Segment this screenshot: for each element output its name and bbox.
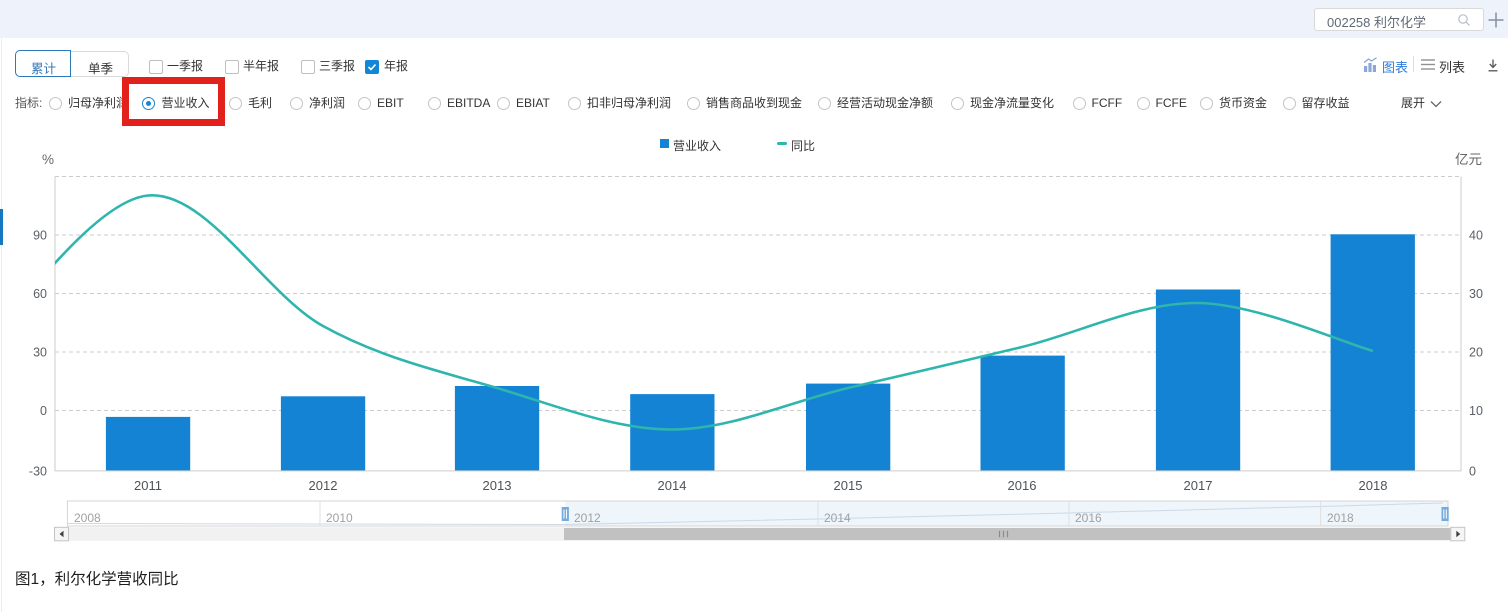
svg-text:2010: 2010 [326,511,353,525]
svg-text:2011: 2011 [134,478,162,493]
svg-text:0: 0 [1469,465,1476,479]
svg-text:60: 60 [33,287,47,301]
svg-text:2015: 2015 [834,478,863,493]
svg-text:亿元: 亿元 [1455,152,1482,167]
svg-text:10: 10 [1469,404,1483,418]
svg-text:2014: 2014 [658,478,687,493]
svg-text:0: 0 [40,404,47,418]
svg-text:2018: 2018 [1327,511,1354,525]
svg-text:30: 30 [33,346,47,360]
svg-text:2012: 2012 [309,478,338,493]
svg-text:-30: -30 [29,465,47,479]
svg-text:2016: 2016 [1008,478,1037,493]
svg-text:2016: 2016 [1075,511,1102,525]
svg-text:2013: 2013 [483,478,512,493]
svg-text:2018: 2018 [1359,478,1388,493]
svg-text:%: % [42,152,54,167]
svg-text:2014: 2014 [824,511,851,525]
svg-text:2012: 2012 [574,511,601,525]
svg-text:40: 40 [1469,229,1483,243]
svg-text:2008: 2008 [74,511,101,525]
svg-text:2017: 2017 [1184,478,1213,493]
svg-text:30: 30 [1469,287,1483,301]
svg-text:20: 20 [1469,346,1483,360]
svg-text:90: 90 [33,229,47,243]
